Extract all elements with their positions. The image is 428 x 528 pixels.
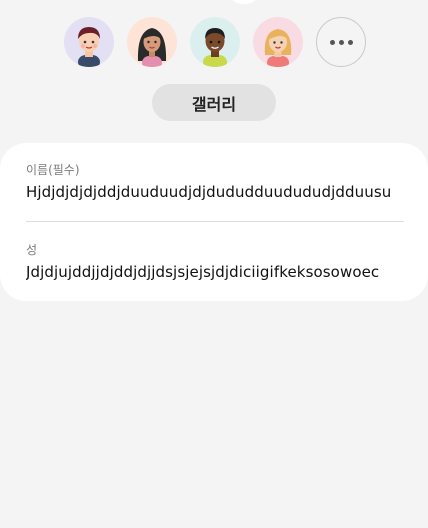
girl-avatar-icon bbox=[137, 28, 167, 67]
avatar-option-boy[interactable] bbox=[64, 17, 114, 67]
first-name-label: 이름(필수) bbox=[26, 163, 80, 177]
last-name-label: 성 bbox=[26, 243, 38, 257]
woman-avatar-icon bbox=[264, 29, 292, 67]
first-name-input[interactable]: Hjdjdjdjdjddjduuduudjdjdudud​duudududjdd… bbox=[26, 183, 403, 201]
field-divider bbox=[26, 221, 404, 222]
avatar-option-woman[interactable] bbox=[253, 17, 303, 67]
last-name-field[interactable]: 성 Jdjdjujddjjdjddjdjjdsjsjejsjdjdiciigif… bbox=[26, 243, 403, 281]
last-name-input[interactable]: Jdjdjujddjjdjddjdjjdsjsjejsjdjdiciigifke… bbox=[26, 263, 403, 281]
man-avatar-icon bbox=[203, 28, 227, 67]
more-avatars-button[interactable] bbox=[316, 17, 366, 67]
name-form-card: 이름(필수) Hjdjdjdjdjddjduuduudjdjdudud​duud… bbox=[0, 143, 428, 301]
gallery-button-label: 갤러리 bbox=[191, 94, 237, 114]
avatar-option-girl[interactable] bbox=[127, 17, 177, 67]
avatar-picker bbox=[64, 17, 366, 67]
gallery-button[interactable]: 갤러리 bbox=[152, 84, 276, 121]
boy-avatar-icon bbox=[78, 27, 100, 67]
profile-photo-edge bbox=[230, 0, 258, 4]
more-dots-icon bbox=[329, 39, 353, 45]
contact-edit-screen: 갤러리 이름(필수) Hjdjdjdjdjddjduuduudjdjdudud​… bbox=[0, 0, 428, 528]
avatar-option-man[interactable] bbox=[190, 17, 240, 67]
first-name-field[interactable]: 이름(필수) Hjdjdjdjdjddjduuduudjdjdudud​duud… bbox=[26, 163, 403, 201]
